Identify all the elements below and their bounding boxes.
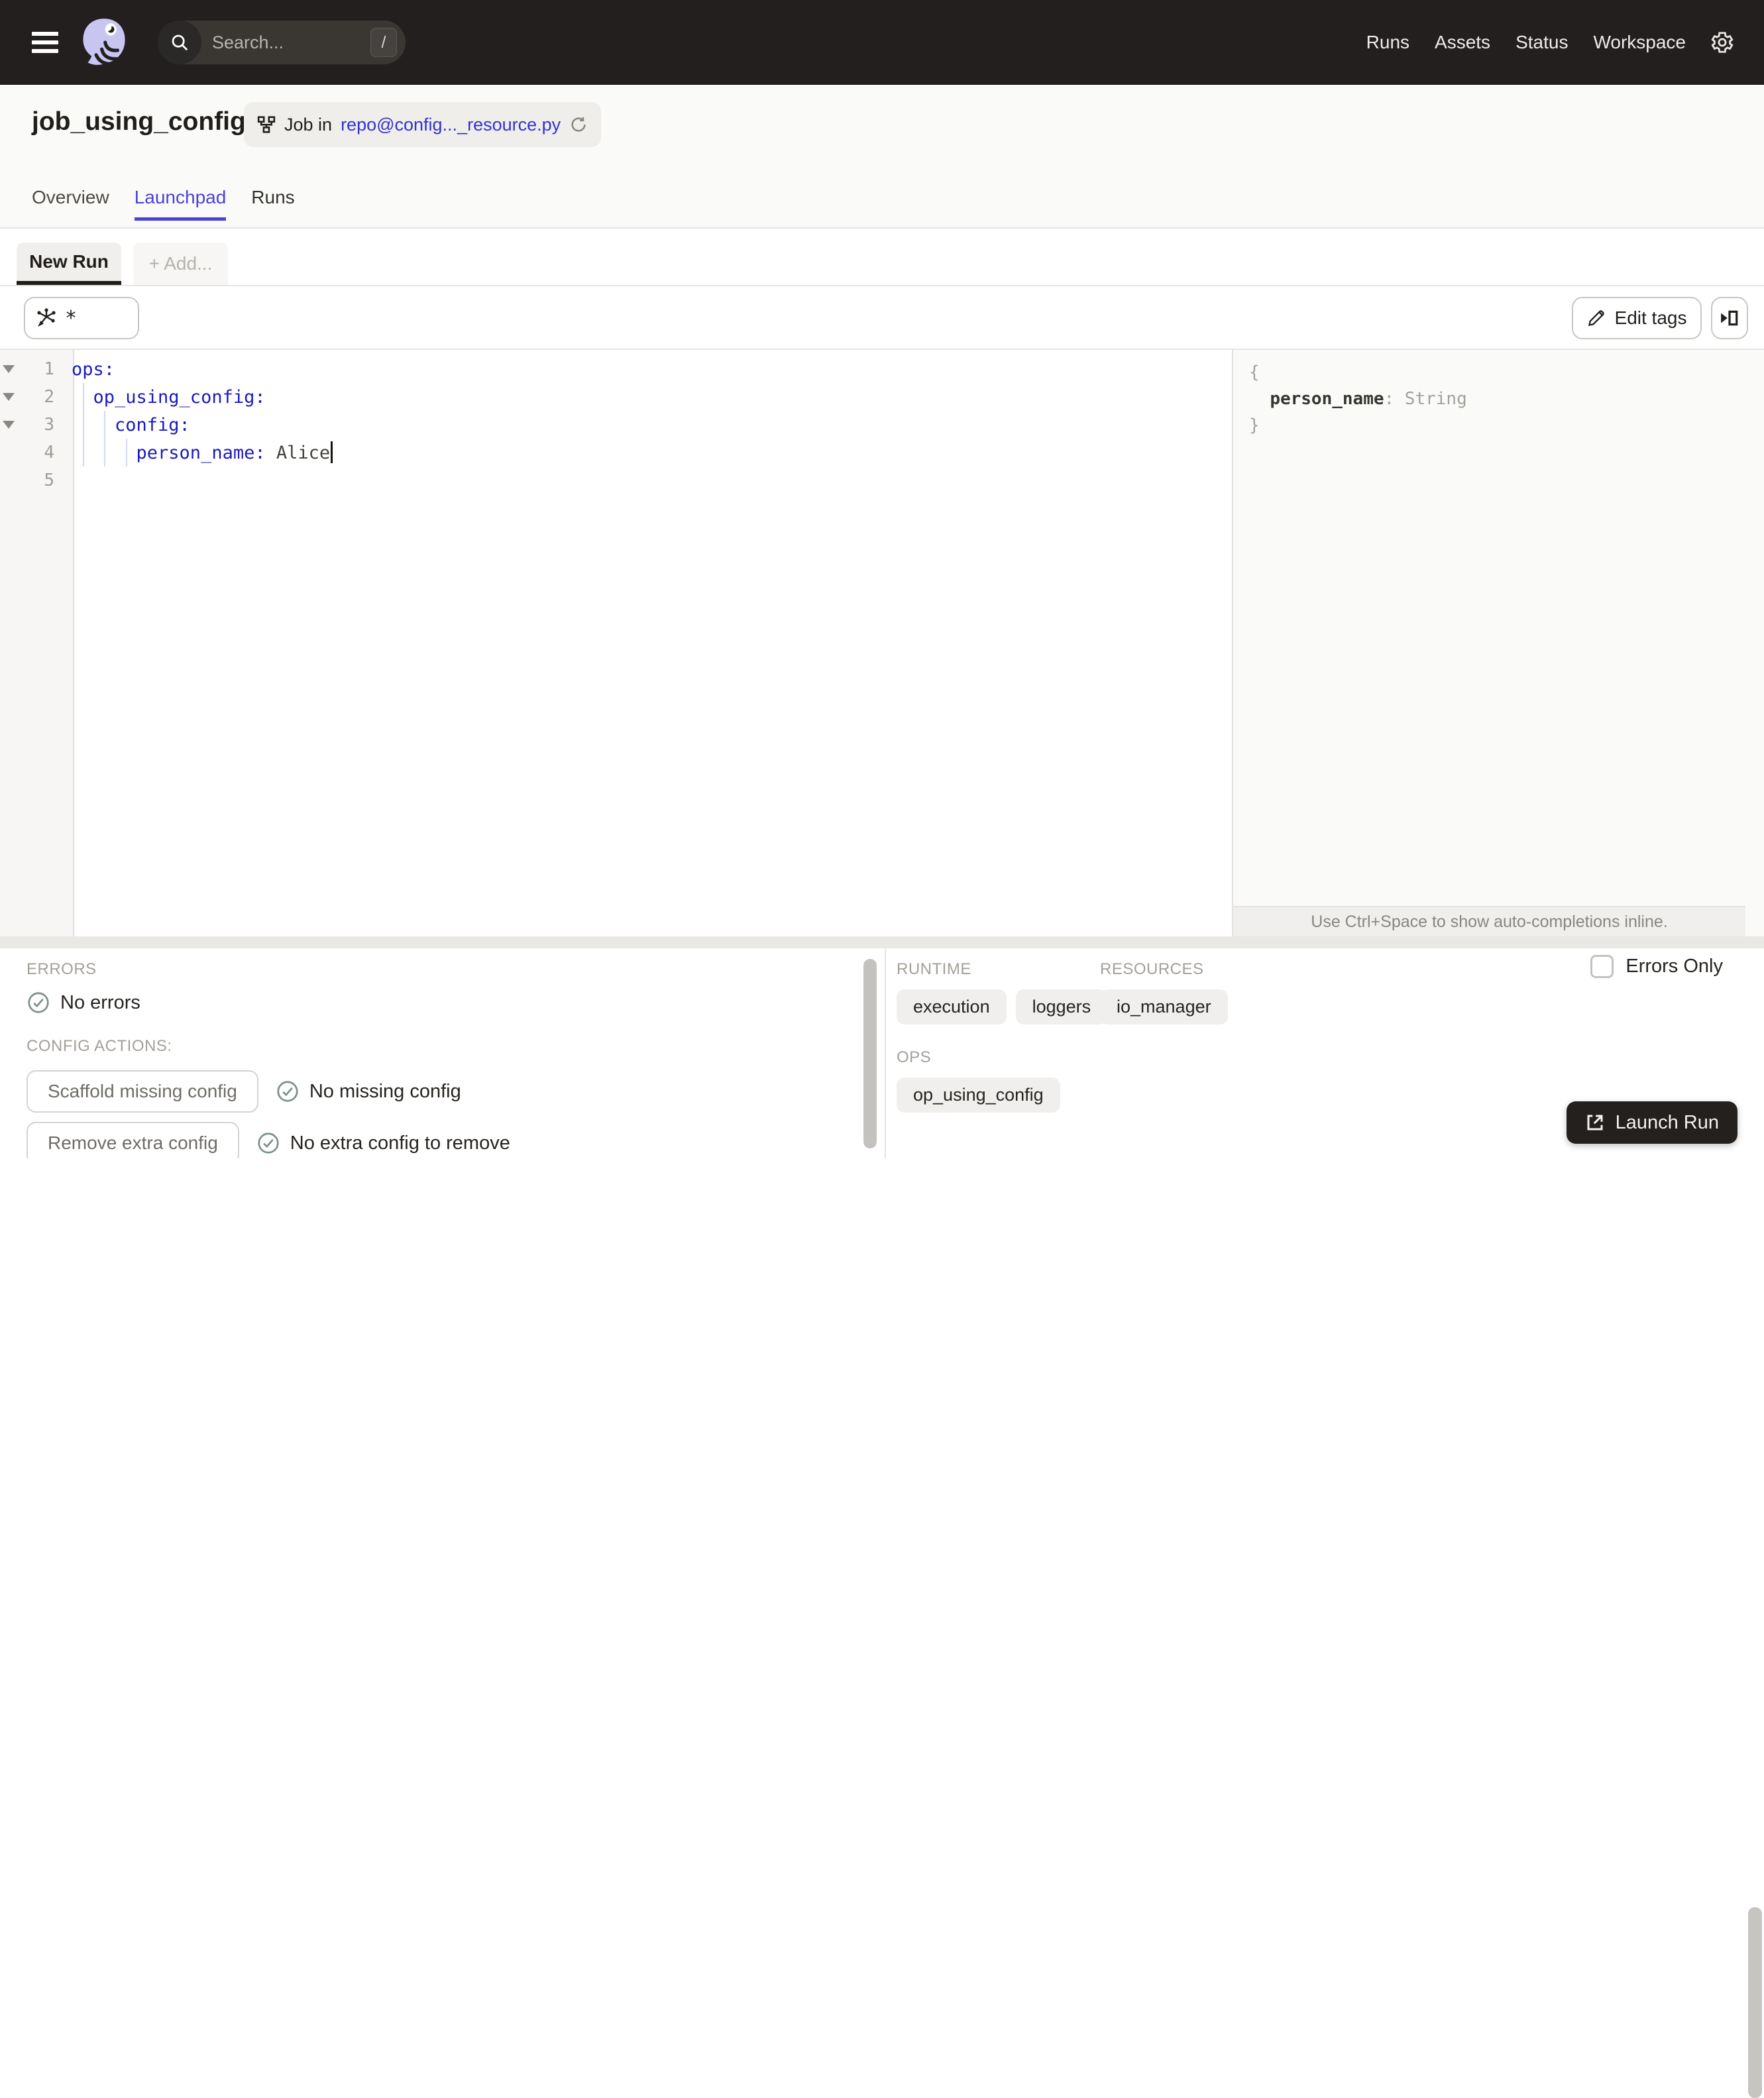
- page-tabs: Overview Launchpad Runs: [32, 187, 295, 221]
- edit-tags-button[interactable]: Edit tags: [1572, 297, 1702, 339]
- runtime-label: RUNTIME: [897, 960, 1100, 979]
- window-scrollbar-thumb[interactable]: [1748, 1907, 1762, 2098]
- job-badge-prefix: Job in: [284, 115, 332, 135]
- tag-row: * Edit tags: [0, 286, 1764, 350]
- line-number: 1: [17, 359, 65, 379]
- job-repo-link[interactable]: repo@config..._resource.py: [341, 115, 561, 135]
- runtime-tag-execution[interactable]: execution: [897, 989, 1007, 1024]
- nav-link-status[interactable]: Status: [1516, 32, 1568, 53]
- yaml-key: person_name:: [72, 443, 266, 463]
- search-icon: [158, 21, 201, 64]
- config-editor[interactable]: 1 ops: 2 op_using_config: 3 config: 4 pe…: [0, 350, 1232, 936]
- line-number: 5: [17, 470, 65, 490]
- ops-label: OPS: [897, 1048, 1100, 1067]
- text-caret: [331, 441, 333, 463]
- job-icon: [257, 115, 276, 134]
- config-actions-label: CONFIG ACTIONS:: [27, 1037, 885, 1056]
- bottom-panel: ERRORS No errors CONFIG ACTIONS: Scaffol…: [0, 948, 1764, 1158]
- nav-link-assets[interactable]: Assets: [1435, 32, 1490, 53]
- horizontal-splitter[interactable]: [0, 936, 1764, 948]
- search-placeholder: Search...: [212, 32, 284, 53]
- code-line[interactable]: 1 ops:: [0, 355, 1232, 383]
- code-line[interactable]: 3 config:: [0, 411, 1232, 439]
- launch-run-label: Launch Run: [1616, 1112, 1719, 1134]
- code-line[interactable]: 2 op_using_config:: [0, 383, 1232, 411]
- code-line[interactable]: 5: [0, 467, 1232, 494]
- resources-tag-io-manager[interactable]: io_manager: [1100, 989, 1228, 1024]
- check-circle-icon: [256, 1131, 280, 1155]
- expand-panel-button[interactable]: [1711, 297, 1748, 339]
- edit-tags-label: Edit tags: [1615, 307, 1687, 329]
- panel-scrollbar-thumb[interactable]: [863, 959, 877, 1148]
- autocomplete-hint: Use Ctrl+Space to show auto-completions …: [1233, 906, 1745, 936]
- search-shortcut-badge: /: [370, 28, 397, 57]
- pencil-icon: [1587, 309, 1606, 327]
- errors-label: ERRORS: [27, 960, 885, 979]
- fold-arrow-icon[interactable]: [3, 365, 15, 373]
- nav-link-workspace[interactable]: Workspace: [1593, 32, 1686, 53]
- gear-icon[interactable]: [1710, 30, 1735, 55]
- session-tabstrip: New Run + Add...: [0, 230, 1764, 286]
- op-selector-input[interactable]: *: [24, 297, 139, 339]
- page-header: job_using_config Job in repo@config..._r…: [0, 85, 1764, 229]
- nav-links: Runs Assets Status Workspace: [1366, 32, 1686, 53]
- errors-only-toggle[interactable]: Errors Only: [1590, 955, 1723, 978]
- line-number: 3: [17, 415, 65, 435]
- reload-icon[interactable]: [569, 115, 588, 134]
- scaffold-missing-config-button[interactable]: Scaffold missing config: [27, 1070, 258, 1113]
- search-input[interactable]: Search... /: [158, 21, 406, 64]
- missing-config-status: No missing config: [309, 1081, 461, 1103]
- session-tab-new-run[interactable]: New Run: [17, 243, 121, 285]
- tab-overview[interactable]: Overview: [32, 187, 109, 221]
- fold-arrow-icon[interactable]: [3, 393, 15, 401]
- line-number: 4: [17, 443, 65, 463]
- indent-guide: [104, 411, 105, 467]
- check-circle-icon: [27, 991, 50, 1015]
- errors-panel: ERRORS No errors CONFIG ACTIONS: Scaffol…: [0, 948, 886, 1158]
- panel-expand-icon: [1720, 308, 1739, 328]
- page-title: job_using_config: [32, 107, 246, 137]
- indent-guide: [126, 439, 127, 467]
- session-tab-add[interactable]: + Add...: [133, 243, 228, 285]
- line-number: 2: [17, 387, 65, 407]
- fold-arrow-icon[interactable]: [3, 421, 15, 429]
- op-graph-icon: [35, 307, 56, 329]
- runtime-tag-loggers[interactable]: loggers: [1016, 989, 1108, 1024]
- remove-extra-config-button[interactable]: Remove extra config: [27, 1122, 239, 1158]
- launchpad-main: 1 ops: 2 op_using_config: 3 config: 4 pe…: [0, 350, 1764, 936]
- hamburger-menu-icon[interactable]: [32, 32, 58, 53]
- yaml-key: config:: [72, 415, 190, 435]
- op-selector-value: *: [65, 307, 77, 330]
- check-circle-icon: [276, 1079, 300, 1103]
- schema-key[interactable]: person_name: [1270, 389, 1384, 409]
- code-line[interactable]: 4 person_name: Alice: [0, 439, 1232, 467]
- tab-runs[interactable]: Runs: [251, 187, 294, 221]
- yaml-key: op_using_config:: [72, 387, 266, 408]
- resources-label: RESOURCES: [1100, 960, 1228, 979]
- config-schema-panel: { person_name: String } Use Ctrl+Space t…: [1232, 350, 1764, 936]
- yaml-key: ops:: [72, 359, 115, 380]
- indent-guide: [83, 383, 84, 467]
- top-navbar: Search... / Runs Assets Status Workspace: [0, 0, 1764, 85]
- launch-run-button[interactable]: Launch Run: [1567, 1101, 1737, 1144]
- errors-only-label: Errors Only: [1626, 956, 1723, 977]
- nav-link-runs[interactable]: Runs: [1366, 32, 1409, 53]
- schema-body: { person_name: String }: [1233, 350, 1764, 439]
- ops-tag-op-using-config[interactable]: op_using_config: [897, 1077, 1060, 1113]
- job-origin-badge: Job in repo@config..._resource.py: [244, 102, 601, 147]
- tab-launchpad[interactable]: Launchpad: [135, 187, 227, 221]
- errors-only-checkbox[interactable]: [1590, 955, 1614, 978]
- errors-status: No errors: [60, 992, 140, 1014]
- dagster-logo[interactable]: [77, 15, 131, 70]
- extra-config-status: No extra config to remove: [290, 1132, 510, 1154]
- launch-icon: [1585, 1113, 1605, 1132]
